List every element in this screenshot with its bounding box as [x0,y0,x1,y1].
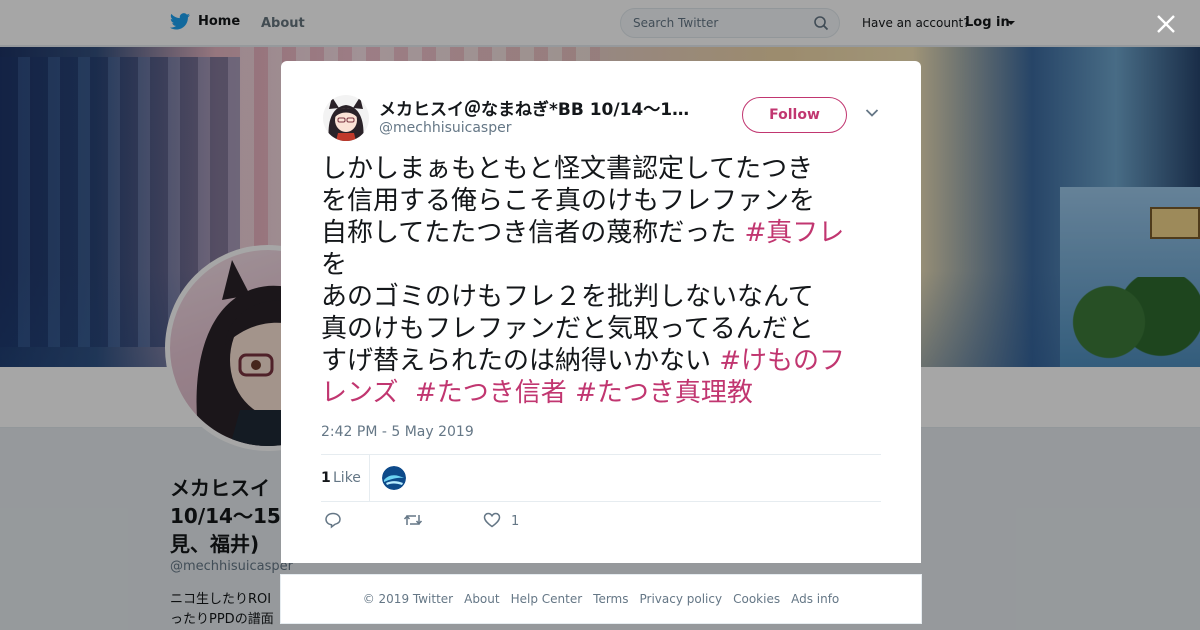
hashtag-link[interactable]: #たつき真理教 [575,378,753,408]
retweet-icon[interactable] [403,511,423,529]
hashtag-link[interactable]: #真フレ [745,218,845,248]
hashtag-link[interactable]: #たつき信者 [415,378,567,408]
likes-count[interactable]: 1 [321,470,331,486]
likes-label[interactable]: Like [333,470,361,486]
tweet-timestamp[interactable]: 2:42 PM - 5 May 2019 [321,424,474,440]
tweet-text-segment: しかしまぁもともと怪文書認定してたつき を信用する俺らこそ真のけもフレファンを 自称… [321,154,816,248]
tweet-modal: メカヒスイ＠なまねぎ*BB 10/14～1… @mechhisuicasper … [281,61,921,563]
footer-link-privacy[interactable]: Privacy policy [640,592,723,606]
footer-link-about[interactable]: About [464,592,499,606]
chevron-down-icon[interactable] [865,108,879,118]
footer-link-ads-info[interactable]: Ads info [791,592,839,606]
follow-button[interactable]: Follow [742,97,847,133]
tweet-actions: 1 [321,511,621,535]
author-avatar[interactable] [323,95,369,141]
like-action-count: 1 [511,514,520,529]
author-name[interactable]: メカヒスイ＠なまねぎ*BB 10/14～1… [379,95,699,120]
reply-icon[interactable] [324,511,342,529]
close-icon[interactable] [1154,12,1178,36]
footer-copyright: © 2019 Twitter [362,592,454,606]
liker-avatar[interactable] [382,466,406,490]
heart-icon[interactable] [483,511,501,529]
stats-divider [369,455,370,501]
tweet-text: しかしまぁもともと怪文書認定してたつき を信用する俺らこそ真のけもフレファンを 自称… [321,153,886,409]
footer-links: © 2019 Twitter About Help Center Terms P… [280,574,922,624]
tweet-stats: 1 Like [321,454,881,502]
footer-link-help-center[interactable]: Help Center [511,592,583,606]
author-handle[interactable]: @mechhisuicasper [379,120,511,136]
footer-link-cookies[interactable]: Cookies [733,592,780,606]
tweet-text-segment [398,378,415,408]
tweet-text-segment [567,378,575,408]
footer-link-terms[interactable]: Terms [593,592,628,606]
